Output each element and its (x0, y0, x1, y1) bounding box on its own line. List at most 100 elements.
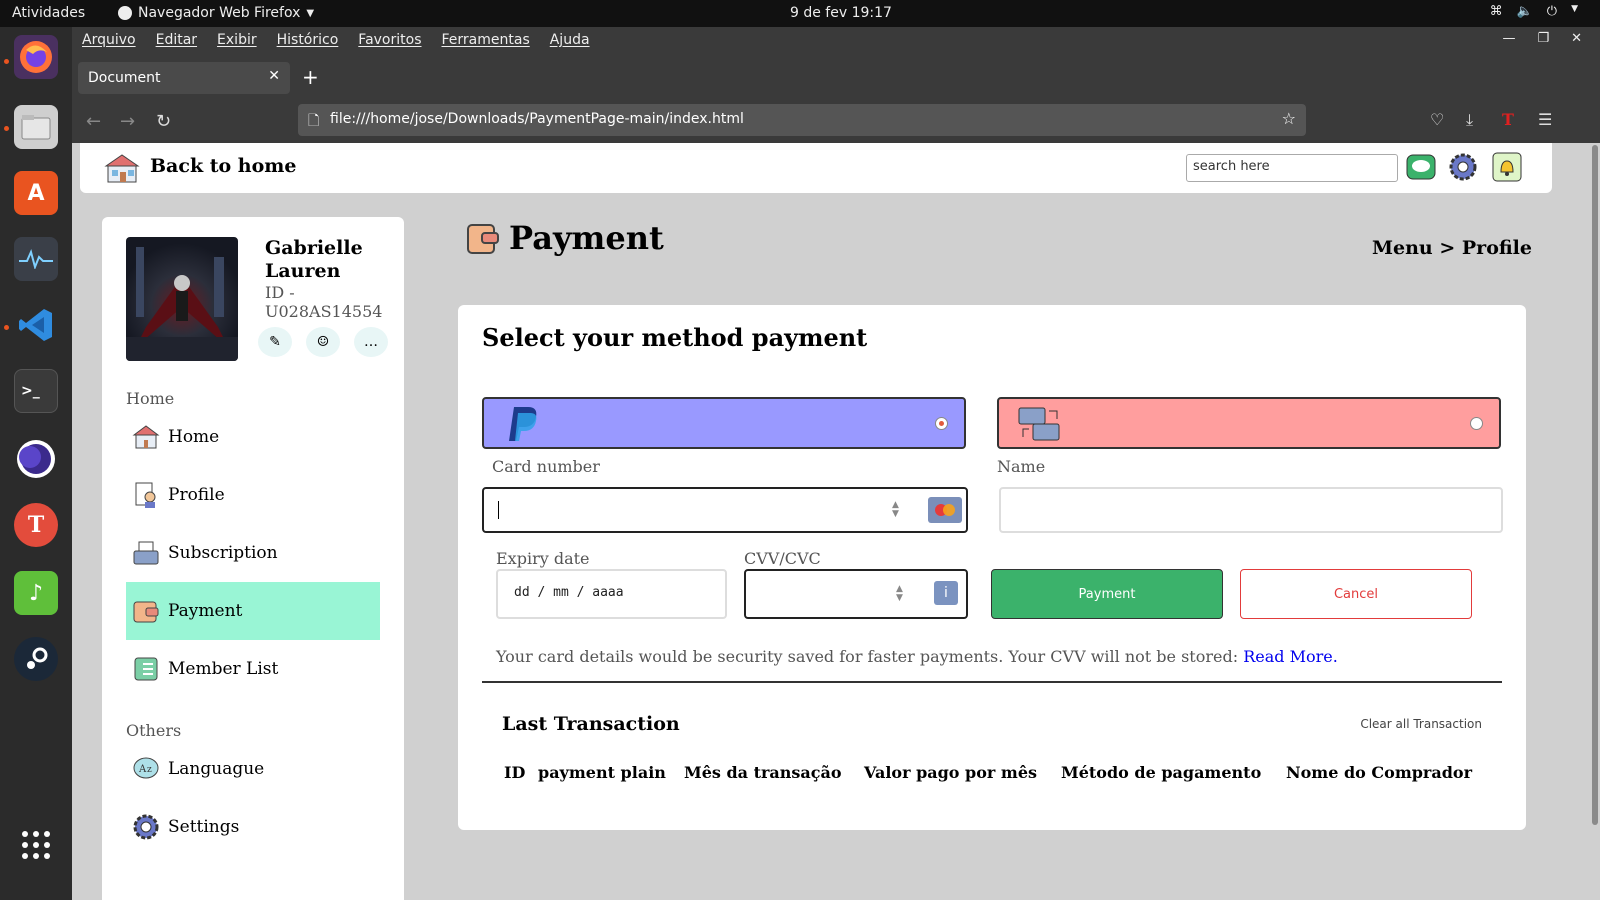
spinner-arrows-icon[interactable]: ▲ ▼ (896, 585, 903, 603)
name-input[interactable] (999, 487, 1503, 533)
cancel-button[interactable]: Cancel (1240, 569, 1472, 619)
expiry-label: Expiry date (496, 549, 590, 568)
show-apps-icon[interactable] (14, 823, 58, 867)
url-bar[interactable]: 🗋 file:///home/jose/Downloads/PaymentPag… (298, 104, 1306, 136)
clock[interactable]: 9 de fev 19:17 (790, 5, 892, 21)
column-header: Nome do Comprador (1286, 763, 1473, 782)
sidebar-item-label: Home (168, 427, 220, 447)
chat-icon[interactable] (1406, 152, 1436, 182)
caret-down-icon: ▼ (306, 7, 315, 19)
firefox-small-icon (118, 6, 132, 20)
minimize-icon[interactable]: — (1502, 31, 1515, 46)
sidebar-item-member-list[interactable]: Member List (126, 640, 380, 698)
expiry-date-input[interactable]: dd / mm / aaaa (496, 569, 727, 619)
sidebar-item-profile[interactable]: Profile (126, 466, 380, 524)
forward-arrow-icon[interactable]: → (120, 111, 135, 132)
sidebar-item-home[interactable]: Home (126, 408, 380, 466)
page-title: Payment (509, 219, 664, 257)
sidebar-item-subscription[interactable]: Subscription (126, 524, 380, 582)
read-more-link[interactable]: Read More. (1243, 647, 1338, 666)
menu-exibir[interactable]: Exibir (217, 32, 257, 48)
transaction-table-header: ID payment plain Mês da transação Valor … (504, 763, 1472, 782)
transfer-radio[interactable] (1470, 417, 1483, 430)
extension-t-icon[interactable]: T (1502, 110, 1514, 129)
app-center-dock-icon[interactable]: A (14, 171, 58, 215)
clear-all-transaction-button[interactable]: Clear all Transaction (1360, 717, 1482, 731)
column-header: Mês da transação (684, 763, 842, 782)
transfer-option[interactable] (997, 397, 1501, 449)
files-dock-icon[interactable] (14, 105, 58, 149)
card-number-label: Card number (492, 457, 600, 476)
power-icon: ⏻ (1546, 4, 1558, 19)
steam-dock-icon[interactable] (14, 637, 58, 681)
url-text: file:///home/jose/Downloads/PaymentPage-… (330, 111, 744, 127)
menu-historico[interactable]: Histórico (277, 32, 339, 48)
emoji-icon[interactable]: ☺ (306, 327, 340, 357)
payment-card: Select your method payment Card number ▲… (458, 305, 1526, 830)
notification-bell-icon[interactable] (1492, 152, 1522, 182)
user-id: ID - U028AS14554 (265, 283, 383, 321)
info-icon[interactable]: i (934, 581, 958, 605)
sidebar-item-payment[interactable]: Payment (126, 582, 380, 640)
tab-document[interactable]: Document ✕ (78, 62, 290, 94)
svg-text:z: z (147, 765, 152, 775)
restore-icon[interactable]: ❐ (1537, 31, 1549, 46)
column-header: Valor pago por mês (864, 763, 1038, 782)
page-scrollbar[interactable] (1592, 145, 1598, 825)
sidebar-item-label: Member List (168, 659, 279, 679)
terminal-dock-icon[interactable]: >_ (14, 369, 58, 413)
page-icon: 🗋 (308, 113, 320, 129)
eclipse-dock-icon[interactable] (14, 437, 58, 481)
paypal-radio[interactable] (935, 417, 948, 430)
texstudio-dock-icon[interactable]: T (14, 503, 58, 547)
cvv-input[interactable]: ▲ ▼ i (744, 569, 968, 619)
sidebar-item-settings[interactable]: Settings (126, 798, 380, 856)
card-number-input[interactable]: ▲ ▼ (482, 487, 968, 533)
app-menu[interactable]: Navegador Web Firefox ▼ (118, 5, 314, 21)
music-dock-icon[interactable]: ♪ (14, 571, 58, 615)
menu-arquivo[interactable]: Arquivo (82, 32, 136, 48)
close-window-icon[interactable]: ✕ (1571, 31, 1582, 46)
firefox-dock-icon[interactable] (14, 35, 58, 79)
security-note: Your card details would be security save… (496, 647, 1338, 666)
hamburger-menu-icon[interactable]: ☰ (1538, 110, 1552, 129)
system-tray[interactable]: ⌘ 🔈 ⏻ ▼ (1490, 4, 1578, 19)
back-arrow-icon[interactable]: ← (86, 111, 101, 132)
message-dots-icon[interactable]: … (354, 327, 388, 357)
spinner-arrows-icon[interactable]: ▲ ▼ (892, 501, 899, 519)
text-caret (498, 501, 499, 519)
system-monitor-dock-icon[interactable] (14, 237, 58, 281)
sidebar-item-language[interactable]: Az Languague (126, 740, 380, 798)
vscode-dock-icon[interactable] (14, 303, 58, 347)
menu-ferramentas[interactable]: Ferramentas (442, 32, 530, 48)
app-menu-label: Navegador Web Firefox (138, 5, 301, 21)
expiry-placeholder: dd / mm / aaaa (514, 585, 624, 600)
sidebar-item-label: Languague (168, 759, 265, 779)
list-icon (134, 657, 158, 681)
menu-ajuda[interactable]: Ajuda (550, 32, 590, 48)
settings-gear-icon[interactable] (1448, 152, 1478, 182)
paypal-option[interactable] (482, 397, 966, 449)
os-top-bar: Atividades Navegador Web Firefox ▼ 9 de … (0, 0, 1600, 27)
pocket-icon[interactable]: ♡ (1430, 110, 1444, 129)
breadcrumb[interactable]: Menu > Profile (1372, 237, 1532, 259)
menu-favoritos[interactable]: Favoritos (358, 32, 421, 48)
back-to-home-link[interactable]: Back to home (150, 155, 296, 177)
reload-icon[interactable]: ↻ (156, 111, 171, 132)
payment-button[interactable]: Payment (991, 569, 1223, 619)
divider (482, 681, 1502, 683)
close-tab-icon[interactable]: ✕ (268, 68, 280, 84)
house-icon[interactable] (102, 152, 142, 184)
bookmark-star-icon[interactable]: ☆ (1282, 109, 1296, 128)
last-transaction-heading: Last Transaction (502, 713, 680, 735)
wallet-icon (133, 601, 159, 623)
downloads-icon[interactable]: ⤓ (1466, 110, 1473, 130)
activities-button[interactable]: Atividades (12, 5, 85, 21)
web-page: Back to home search here Gabrielle Laure… (72, 143, 1600, 900)
menu-editar[interactable]: Editar (156, 32, 197, 48)
search-input[interactable]: search here (1186, 154, 1398, 182)
page-header: Back to home search here (80, 143, 1552, 193)
edit-pencil-icon[interactable]: ✎ (258, 327, 292, 357)
new-tab-icon[interactable]: + (302, 65, 319, 89)
section-label-others: Others (126, 721, 182, 740)
